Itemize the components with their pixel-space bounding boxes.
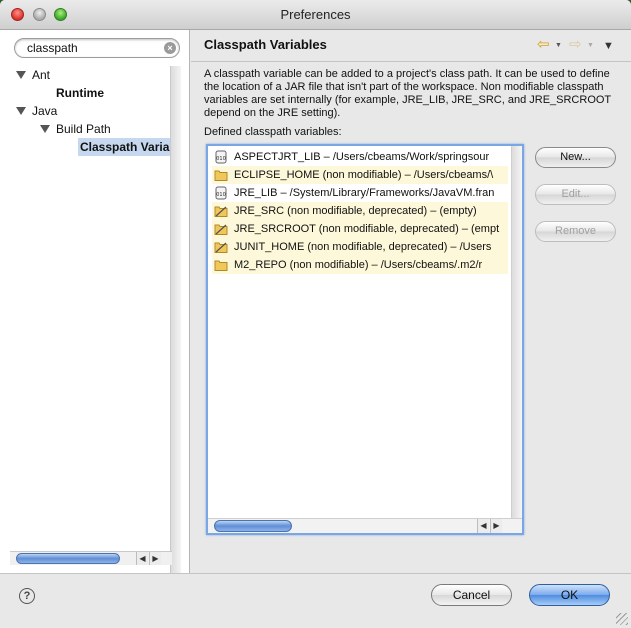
title-bar: Preferences (0, 0, 631, 30)
tree-item-label: Classpath Varial (80, 140, 170, 154)
list-item[interactable]: 010 JRE_LIB – /System/Library/Frameworks… (212, 184, 508, 202)
tree-item-classpath-variables[interactable]: Classpath Varial (78, 138, 170, 156)
expanded-triangle-icon[interactable] (16, 107, 26, 115)
back-arrow-icon[interactable]: ⇦ (537, 37, 550, 53)
help-icon[interactable]: ? (19, 588, 35, 604)
tree-item-runtime[interactable]: Runtime (0, 84, 174, 102)
preference-page: Classpath Variables ⇦ ▼ ⇨ ▼ ▼ A classpat… (191, 30, 631, 573)
scrollbar-thumb[interactable] (214, 520, 292, 532)
filter-field[interactable]: × (14, 38, 180, 58)
svg-text:010: 010 (216, 192, 226, 198)
tree-item-label: Java (32, 104, 58, 118)
preference-tree-pane: × Ant Runtime Java Build Path Classpath … (0, 30, 190, 578)
folder-icon (214, 170, 228, 181)
preference-tree: Ant Runtime Java Build Path Classpath Va… (0, 66, 174, 541)
list-item[interactable]: 010 ASPECTJRT_LIB – /Users/cbeams/Work/s… (212, 148, 508, 166)
scroll-right-arrow-icon[interactable]: ▶ (149, 552, 161, 565)
svg-text:010: 010 (216, 156, 226, 162)
window-title: Preferences (280, 7, 351, 22)
variable-text: JRE_SRCROOT (non modifiable, deprecated)… (234, 223, 500, 235)
tree-item-label: Build Path (56, 122, 111, 136)
list-vertical-scrollbar[interactable] (511, 146, 522, 518)
dialog-footer: ? Cancel OK (0, 573, 631, 628)
page-description: A classpath variable can be added to a p… (204, 68, 611, 119)
tree-vertical-scrollbar[interactable] (170, 66, 181, 578)
list-item[interactable]: M2_REPO (non modifiable) – /Users/cbeams… (212, 256, 508, 274)
variables-list-label: Defined classpath variables: (204, 126, 342, 138)
folder-deprecated-icon (214, 224, 228, 235)
cancel-button[interactable]: Cancel (431, 584, 512, 606)
list-item[interactable]: JRE_SRC (non modifiable, deprecated) – (… (212, 202, 508, 220)
preferences-window: Preferences × Ant Runtime Java Build Pat… (0, 0, 631, 628)
expanded-triangle-icon[interactable] (40, 125, 50, 133)
scrollbar-thumb[interactable] (16, 553, 120, 564)
page-navigation: ⇦ ▼ ⇨ ▼ ▼ (537, 37, 617, 53)
view-menu-icon[interactable]: ▼ (603, 38, 614, 54)
page-title: Classpath Variables (204, 37, 327, 52)
variable-text: JUNIT_HOME (non modifiable, deprecated) … (234, 241, 492, 253)
tree-item-label: Runtime (56, 86, 104, 100)
variable-text: M2_REPO (non modifiable) – /Users/cbeams… (234, 259, 483, 271)
variable-text: JRE_SRC (non modifiable, deprecated) – (… (234, 205, 477, 217)
clear-filter-icon[interactable]: × (164, 42, 176, 54)
folder-deprecated-icon (214, 242, 228, 253)
variable-text: JRE_LIB – /System/Library/Frameworks/Jav… (234, 187, 495, 199)
variable-text: ASPECTJRT_LIB – /Users/cbeams/Work/sprin… (234, 151, 490, 163)
expanded-triangle-icon[interactable] (16, 71, 26, 79)
tree-item-java[interactable]: Java (0, 102, 174, 120)
edit-button[interactable]: Edit... (535, 184, 616, 205)
forward-history-chevron-icon[interactable]: ▼ (587, 42, 594, 49)
header-divider (191, 61, 631, 62)
tree-horizontal-scrollbar[interactable]: ◀ ▶ (10, 551, 172, 565)
scroll-left-arrow-icon[interactable]: ◀ (136, 552, 148, 565)
tree-item-build-path[interactable]: Build Path (0, 120, 174, 138)
back-history-chevron-icon[interactable]: ▼ (555, 42, 562, 49)
filter-input[interactable] (27, 41, 157, 55)
remove-button[interactable]: Remove (535, 221, 616, 242)
tree-item-label: Ant (32, 68, 51, 82)
list-horizontal-scrollbar[interactable]: ◀ ▶ (208, 518, 522, 533)
classpath-variables-list[interactable]: 010 ASPECTJRT_LIB – /Users/cbeams/Work/s… (206, 144, 524, 535)
variable-text: ECLIPSE_HOME (non modifiable) – /Users/c… (234, 169, 494, 181)
ok-button[interactable]: OK (529, 584, 610, 606)
forward-arrow-icon[interactable]: ⇨ (569, 37, 582, 53)
folder-icon (214, 260, 228, 271)
jar-icon: 010 (215, 186, 227, 200)
resize-grip-icon[interactable] (616, 613, 628, 625)
list-item[interactable]: JUNIT_HOME (non modifiable, deprecated) … (212, 238, 508, 256)
tree-item-ant[interactable]: Ant (0, 66, 174, 84)
list-item[interactable]: JRE_SRCROOT (non modifiable, deprecated)… (212, 220, 508, 238)
scroll-right-arrow-icon[interactable]: ▶ (490, 519, 502, 533)
folder-deprecated-icon (214, 206, 228, 217)
scroll-left-arrow-icon[interactable]: ◀ (477, 519, 489, 533)
list-item[interactable]: ECLIPSE_HOME (non modifiable) – /Users/c… (212, 166, 508, 184)
jar-icon: 010 (215, 150, 227, 164)
new-button[interactable]: New... (535, 147, 616, 168)
